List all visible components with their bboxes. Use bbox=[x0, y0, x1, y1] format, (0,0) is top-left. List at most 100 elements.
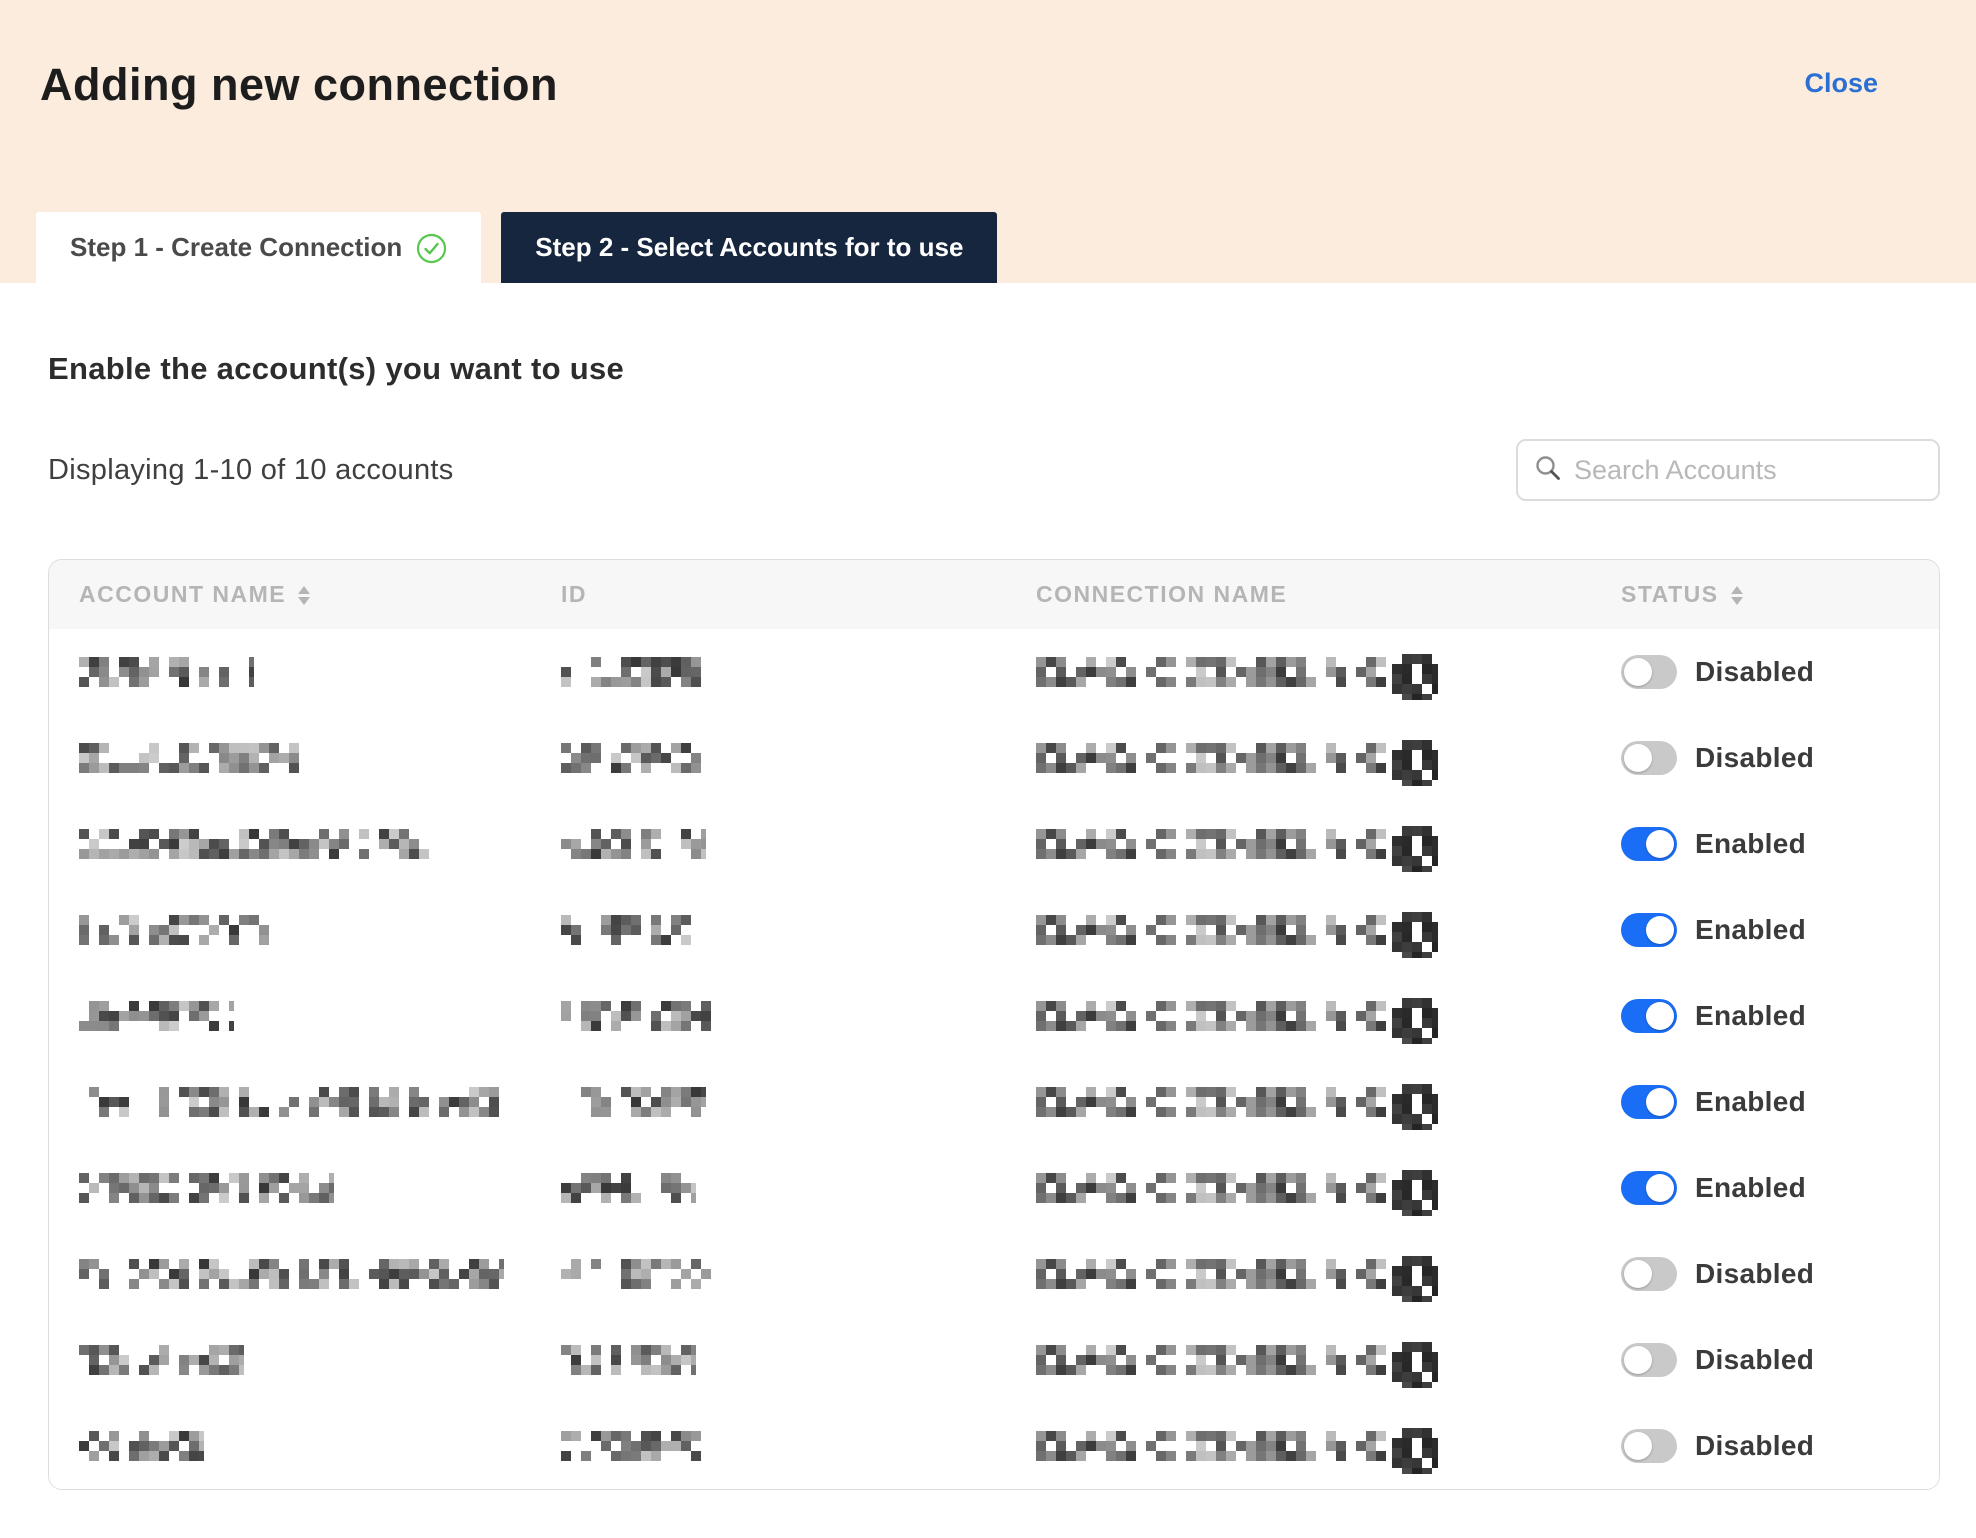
search-accounts-box[interactable] bbox=[1516, 439, 1940, 501]
table-body: Disabled Disabled Enable bbox=[49, 629, 1939, 1489]
table-row: Disabled bbox=[49, 1317, 1939, 1403]
column-header-account-name[interactable]: ACCOUNT NAME bbox=[49, 581, 561, 608]
step-tabs: Step 1 - Create Connection Step 2 - Sele… bbox=[36, 212, 997, 283]
redacted-account-id bbox=[561, 829, 706, 859]
status-toggle[interactable] bbox=[1621, 913, 1677, 947]
status-toggle[interactable] bbox=[1621, 1085, 1677, 1119]
status-label: Disabled bbox=[1695, 1430, 1814, 1462]
redacted-account-name bbox=[79, 743, 309, 773]
toggle-knob bbox=[1646, 1174, 1674, 1202]
list-controls: Displaying 1-10 of 10 accounts bbox=[48, 439, 1940, 501]
page-title: Adding new connection bbox=[40, 62, 558, 107]
table-row: Enabled bbox=[49, 887, 1939, 973]
results-count: Displaying 1-10 of 10 accounts bbox=[48, 454, 454, 487]
tab-step2-label: Step 2 - Select Accounts for to use bbox=[535, 232, 963, 263]
redacted-connection-name bbox=[1036, 743, 1386, 773]
close-button[interactable]: Close bbox=[1804, 68, 1878, 99]
tab-step1-create-connection[interactable]: Step 1 - Create Connection bbox=[36, 212, 481, 283]
status-toggle[interactable] bbox=[1621, 655, 1677, 689]
status-label: Disabled bbox=[1695, 1258, 1814, 1290]
status-label: Enabled bbox=[1695, 1086, 1806, 1118]
redacted-account-id bbox=[561, 1001, 711, 1031]
redacted-account-name bbox=[79, 1431, 204, 1461]
toggle-knob bbox=[1646, 916, 1674, 944]
status-label: Enabled bbox=[1695, 1000, 1806, 1032]
redacted-account-id bbox=[561, 743, 711, 773]
redacted-connection-name bbox=[1036, 1001, 1386, 1031]
redacted-account-name bbox=[79, 915, 269, 945]
status-toggle[interactable] bbox=[1621, 741, 1677, 775]
table-row: Disabled bbox=[49, 715, 1939, 801]
toggle-knob bbox=[1646, 1088, 1674, 1116]
status-label: Enabled bbox=[1695, 828, 1806, 860]
redacted-account-id bbox=[561, 1431, 701, 1461]
status-toggle[interactable] bbox=[1621, 827, 1677, 861]
status-toggle[interactable] bbox=[1621, 1343, 1677, 1377]
sort-arrows-icon[interactable] bbox=[296, 585, 312, 606]
table-row: Enabled bbox=[49, 801, 1939, 887]
table-row: Disabled bbox=[49, 1231, 1939, 1317]
column-header-status[interactable]: STATUS bbox=[1621, 581, 1939, 608]
table-row: Enabled bbox=[49, 973, 1939, 1059]
tab-step2-select-accounts[interactable]: Step 2 - Select Accounts for to use bbox=[501, 212, 997, 283]
redacted-connection-name bbox=[1036, 1173, 1386, 1203]
section-heading: Enable the account(s) you want to use bbox=[48, 351, 1940, 387]
column-header-connection-name[interactable]: CONNECTION NAME bbox=[1036, 581, 1621, 608]
redacted-connection-icon bbox=[1392, 740, 1438, 786]
table-row: Enabled bbox=[49, 1059, 1939, 1145]
toggle-knob bbox=[1646, 1002, 1674, 1030]
column-header-id[interactable]: ID bbox=[561, 581, 1036, 608]
redacted-account-id bbox=[561, 1259, 711, 1289]
toggle-knob bbox=[1646, 830, 1674, 858]
redacted-account-name bbox=[79, 1173, 334, 1203]
toggle-knob bbox=[1624, 1260, 1652, 1288]
redacted-connection-icon bbox=[1392, 1342, 1438, 1388]
redacted-connection-name bbox=[1036, 915, 1386, 945]
redacted-account-name bbox=[79, 829, 429, 859]
status-label: Disabled bbox=[1695, 656, 1814, 688]
redacted-connection-icon bbox=[1392, 1084, 1438, 1130]
tab-step1-label: Step 1 - Create Connection bbox=[70, 232, 402, 263]
redacted-connection-name bbox=[1036, 657, 1386, 687]
status-label: Enabled bbox=[1695, 1172, 1806, 1204]
redacted-account-name bbox=[79, 1345, 244, 1375]
redacted-connection-name bbox=[1036, 1259, 1386, 1289]
search-input[interactable] bbox=[1574, 455, 1922, 486]
redacted-account-id bbox=[561, 915, 701, 945]
search-icon bbox=[1534, 454, 1562, 487]
sort-arrows-icon[interactable] bbox=[1729, 585, 1745, 606]
redacted-connection-icon bbox=[1392, 826, 1438, 872]
redacted-connection-name bbox=[1036, 829, 1386, 859]
toggle-knob bbox=[1624, 1432, 1652, 1460]
check-circle-icon bbox=[416, 233, 447, 264]
redacted-account-id bbox=[561, 1345, 696, 1375]
redacted-connection-icon bbox=[1392, 654, 1438, 700]
redacted-account-name bbox=[79, 1087, 504, 1117]
modal-header: Adding new connection Close Step 1 - Cre… bbox=[0, 0, 1976, 283]
status-label: Disabled bbox=[1695, 1344, 1814, 1376]
redacted-account-id bbox=[561, 1087, 706, 1117]
content-area: Enable the account(s) you want to use Di… bbox=[0, 351, 1976, 1490]
status-toggle[interactable] bbox=[1621, 1171, 1677, 1205]
adding-connection-page: Adding new connection Close Step 1 - Cre… bbox=[0, 0, 1976, 1490]
toggle-knob bbox=[1624, 744, 1652, 772]
table-row: Disabled bbox=[49, 629, 1939, 715]
table-row: Enabled bbox=[49, 1145, 1939, 1231]
toggle-knob bbox=[1624, 1346, 1652, 1374]
status-toggle[interactable] bbox=[1621, 999, 1677, 1033]
redacted-connection-icon bbox=[1392, 1170, 1438, 1216]
redacted-account-id bbox=[561, 657, 709, 687]
status-toggle[interactable] bbox=[1621, 1429, 1677, 1463]
status-toggle[interactable] bbox=[1621, 1257, 1677, 1291]
table-header-row: ACCOUNT NAME ID CONNECTION NAME STATUS bbox=[49, 560, 1939, 629]
toggle-knob bbox=[1624, 658, 1652, 686]
status-label: Enabled bbox=[1695, 914, 1806, 946]
redacted-account-id bbox=[561, 1173, 696, 1203]
redacted-connection-icon bbox=[1392, 1428, 1438, 1474]
accounts-table: ACCOUNT NAME ID CONNECTION NAME STATUS bbox=[48, 559, 1940, 1490]
redacted-account-name bbox=[79, 1001, 234, 1031]
table-row: Disabled bbox=[49, 1403, 1939, 1489]
redacted-connection-name bbox=[1036, 1345, 1386, 1375]
redacted-account-name bbox=[79, 1259, 504, 1289]
redacted-connection-icon bbox=[1392, 912, 1438, 958]
